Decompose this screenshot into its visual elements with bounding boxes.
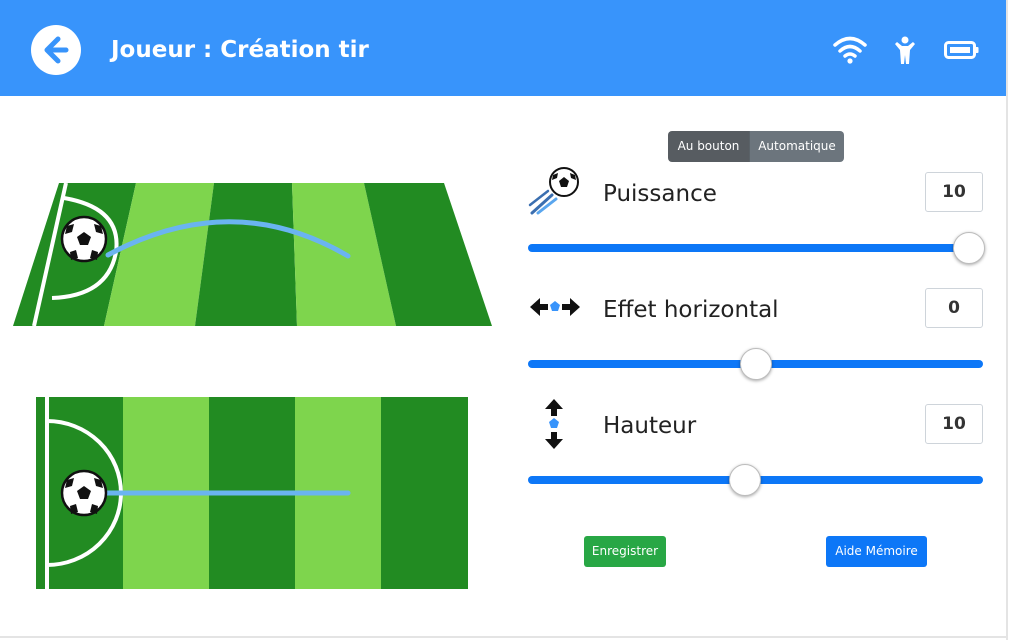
horizontal-effect-label: Effet horizontal — [603, 297, 779, 323]
mode-button-automatique[interactable]: Automatique — [749, 131, 844, 162]
wifi-icon — [833, 36, 867, 64]
battery-icon — [944, 41, 979, 59]
mode-button-au-bouton[interactable]: Au bouton — [668, 131, 749, 162]
horizontal-arrows-icon — [530, 298, 580, 316]
height-slider-thumb[interactable] — [728, 464, 761, 496]
power-slider[interactable] — [528, 232, 985, 264]
horizontal-effect-slider[interactable] — [528, 348, 983, 380]
help-memo-button[interactable]: Aide Mémoire — [826, 536, 927, 567]
back-button[interactable] — [31, 25, 81, 75]
height-label: Hauteur — [603, 413, 697, 439]
mode-toggle: Au bouton Automatique — [668, 131, 844, 162]
back-arrow-icon — [44, 36, 69, 64]
power-label: Puissance — [603, 181, 717, 207]
height-slider[interactable] — [528, 464, 983, 496]
power-slider-thumb[interactable] — [953, 232, 985, 264]
ball-icon — [60, 469, 108, 517]
field-perspective-view — [13, 183, 492, 326]
window-border-bottom — [0, 636, 1008, 638]
horizontal-effect-slider-thumb[interactable] — [739, 348, 772, 380]
ball-icon — [60, 215, 108, 263]
height-value-input[interactable]: 10 — [925, 404, 983, 444]
power-value-input[interactable]: 10 — [925, 172, 983, 212]
player-icon — [895, 36, 915, 64]
horizontal-effect-value-input[interactable]: 0 — [925, 288, 983, 328]
ball-kick-icon — [528, 167, 579, 215]
window-border-right — [1006, 0, 1008, 640]
save-button[interactable]: Enregistrer — [584, 536, 666, 567]
page-title: Joueur : Création tir — [111, 37, 369, 63]
app-header: Joueur : Création tir — [0, 0, 1006, 96]
vertical-arrows-icon — [545, 399, 563, 449]
field-top-view — [36, 397, 468, 589]
